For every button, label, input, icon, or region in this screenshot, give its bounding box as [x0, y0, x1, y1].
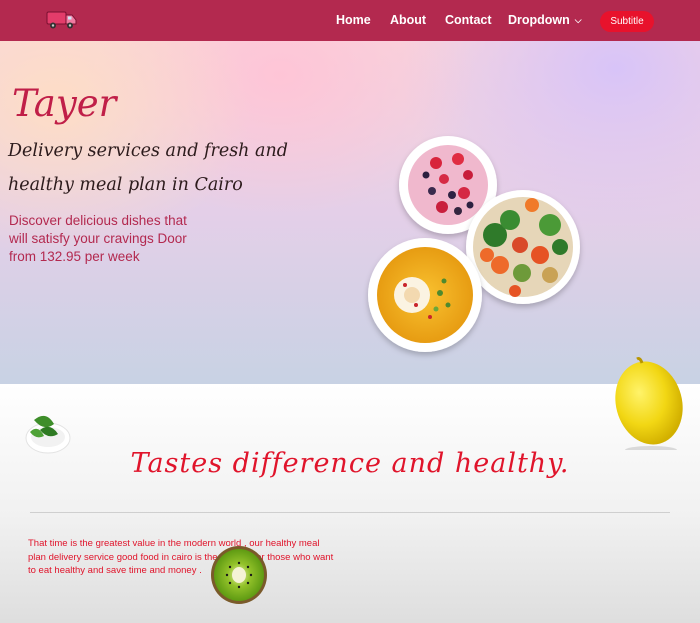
hero-description: Discover delicious dishes that will sati… [9, 213, 187, 264]
brand-title: Tayer [12, 82, 117, 125]
navbar: Home About Contact Dropdown ⌵ Subtitle [0, 0, 700, 41]
nav-about-link[interactable]: About [390, 13, 426, 27]
kiwi-icon [208, 544, 270, 606]
hero-food-image [360, 95, 590, 365]
divider [30, 512, 670, 513]
nav-dropdown-label: Dropdown [508, 13, 570, 27]
soup-bowl-icon [368, 238, 482, 352]
about-section [0, 384, 700, 623]
section-description: That time is the greatest value in the m… [28, 538, 334, 576]
delivery-truck-icon[interactable] [46, 9, 78, 31]
vegetable-salad-bowl-icon [466, 190, 580, 304]
subtitle-button[interactable]: Subtitle [600, 11, 654, 32]
nav-dropdown-toggle[interactable]: Dropdown ⌵ [508, 13, 582, 27]
lemon-icon [609, 355, 689, 454]
hero-tagline: Delivery services and fresh and healthy … [8, 141, 288, 195]
chevron-down-icon: ⌵ [574, 15, 582, 25]
section-title: Tastes difference and healthy. [130, 448, 570, 479]
nav-home-link[interactable]: Home [336, 13, 371, 27]
nav-contact-link[interactable]: Contact [445, 13, 492, 27]
